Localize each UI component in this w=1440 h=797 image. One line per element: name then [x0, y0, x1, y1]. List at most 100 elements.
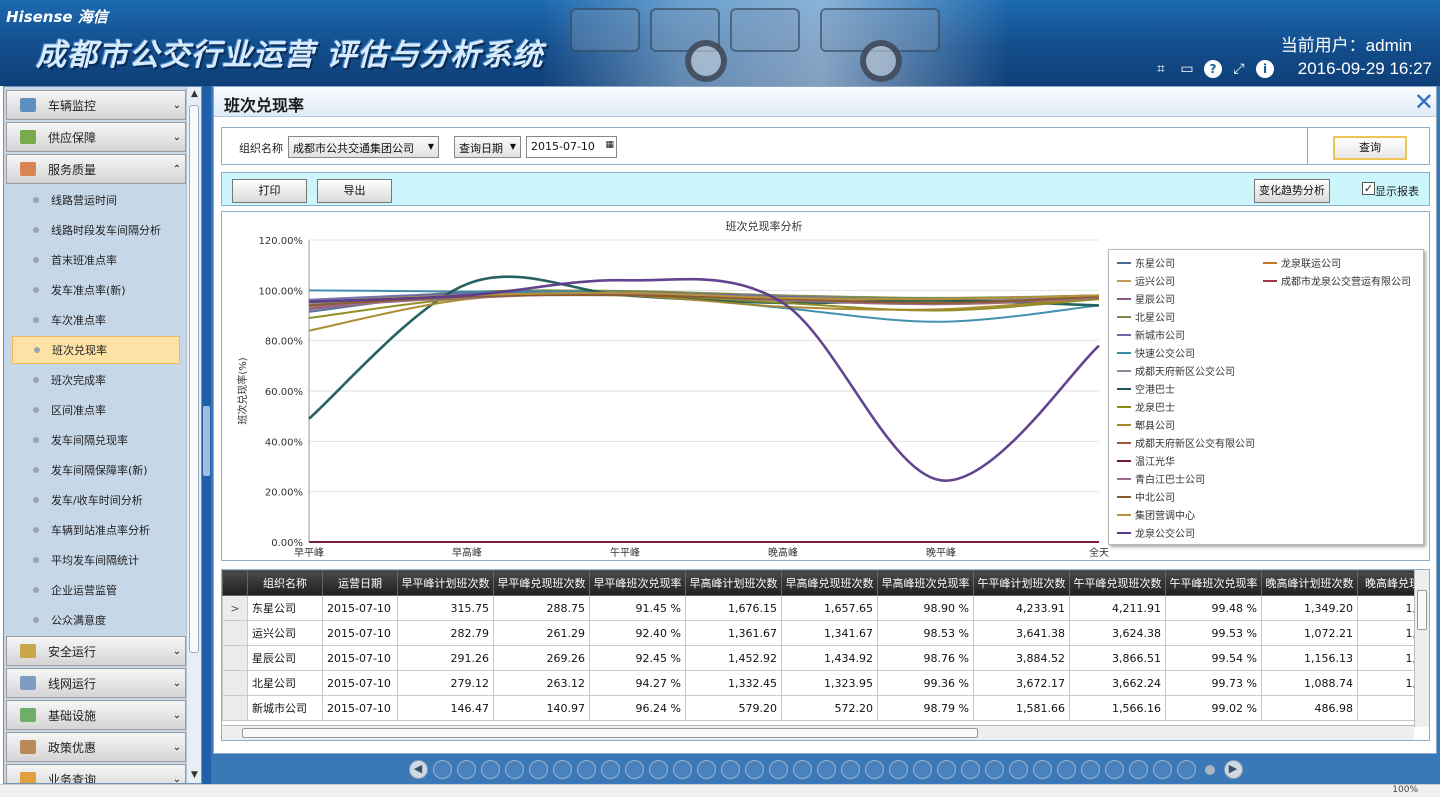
legend-item[interactable]: 成都市龙泉公交营运有限公司: [1263, 273, 1411, 288]
grid-horizontal-scrollbar[interactable]: [222, 725, 1414, 740]
query-button[interactable]: 查询: [1333, 136, 1407, 160]
info-icon[interactable]: i: [1256, 60, 1274, 78]
legend-item[interactable]: 郫县公司: [1117, 417, 1175, 432]
page-dot[interactable]: [528, 760, 548, 779]
sidebar-item-8[interactable]: 发车间隔兑现率: [12, 426, 180, 454]
page-dot[interactable]: [1204, 764, 1215, 775]
row-indicator[interactable]: [222, 670, 248, 696]
page-dot[interactable]: [504, 760, 524, 779]
legend-item[interactable]: 成都天府新区公交公司: [1117, 363, 1235, 378]
sidebar-item-13[interactable]: 企业运营监管: [12, 576, 180, 604]
date-type-select[interactable]: 查询日期 ▼: [454, 136, 521, 158]
sidebar-item-4[interactable]: 车次准点率: [12, 306, 180, 334]
legend-item[interactable]: 龙泉公交公司: [1117, 525, 1195, 540]
sidebar-item-9[interactable]: 发车间隔保障率(新): [12, 456, 180, 484]
grid-vertical-scrollbar[interactable]: [1414, 570, 1429, 727]
legend-item[interactable]: 龙泉联运公司: [1263, 255, 1341, 270]
sidebar-item-7[interactable]: 区间准点率: [12, 396, 180, 424]
sidebar-item-12[interactable]: 平均发车间隔统计: [12, 546, 180, 574]
scroll-up-arrow-icon[interactable]: ▲: [187, 87, 201, 102]
legend-item[interactable]: 东星公司: [1117, 255, 1175, 270]
legend-item[interactable]: 成都天府新区公交有限公司: [1117, 435, 1255, 450]
page-dot[interactable]: [600, 760, 620, 779]
legend-item[interactable]: 青白江巴士公司: [1117, 471, 1205, 486]
column-header[interactable]: 早平峰班次兑现率: [589, 570, 686, 596]
column-header[interactable]: 午平峰班次兑现率: [1165, 570, 1262, 596]
legend-item[interactable]: 温江光华: [1117, 453, 1175, 468]
column-header[interactable]: 早平峰计划班次数: [397, 570, 494, 596]
keyboard-icon[interactable]: ▭: [1178, 60, 1196, 78]
org-select[interactable]: 成都市公共交通集团公司 ▼: [288, 136, 439, 158]
page-dot[interactable]: [1152, 760, 1172, 779]
sidebar-group-4[interactable]: 线网运行 ⌄: [6, 668, 186, 698]
page-dot[interactable]: [912, 760, 932, 779]
page-dot[interactable]: [1176, 760, 1196, 779]
legend-item[interactable]: 运兴公司: [1117, 273, 1175, 288]
page-dot[interactable]: [1008, 760, 1028, 779]
grid-hscroll-thumb[interactable]: [242, 728, 978, 738]
grid-vscroll-thumb[interactable]: [1417, 590, 1427, 630]
page-dot[interactable]: [768, 760, 788, 779]
collapse-sidebar-handle[interactable]: [203, 406, 210, 476]
page-dot[interactable]: [456, 760, 476, 779]
page-dot[interactable]: [984, 760, 1004, 779]
sidebar-group-7[interactable]: 业务查询 ⌄: [6, 764, 186, 783]
sidebar-item-0[interactable]: 线路营运时间: [12, 186, 180, 214]
legend-item[interactable]: 北星公司: [1117, 309, 1175, 324]
page-dot[interactable]: [648, 760, 668, 779]
calendar-icon[interactable]: ▦: [605, 140, 614, 150]
page-dot[interactable]: [1032, 760, 1052, 779]
help-icon[interactable]: ?: [1204, 60, 1222, 78]
sidebar-splitter[interactable]: [202, 86, 211, 784]
page-dot[interactable]: [696, 760, 716, 779]
trend-analysis-button[interactable]: 变化趋势分析: [1254, 179, 1330, 203]
row-indicator[interactable]: [222, 695, 248, 721]
page-dot[interactable]: [1128, 760, 1148, 779]
legend-item[interactable]: 星辰公司: [1117, 291, 1175, 306]
sidebar-item-14[interactable]: 公众满意度: [12, 606, 180, 634]
page-dot[interactable]: [1104, 760, 1124, 779]
page-dot[interactable]: [840, 760, 860, 779]
sidebar-scroll-thumb[interactable]: [189, 105, 199, 653]
page-dot[interactable]: [864, 760, 884, 779]
sidebar-item-5[interactable]: 班次兑现率: [12, 336, 180, 364]
page-dot[interactable]: [888, 760, 908, 779]
sidebar-group-6[interactable]: 政策优惠 ⌄: [6, 732, 186, 762]
column-header[interactable]: 午平峰兑现班次数: [1069, 570, 1166, 596]
next-page-icon[interactable]: ▶: [1223, 760, 1243, 779]
page-dot[interactable]: [552, 760, 572, 779]
row-indicator[interactable]: [222, 620, 248, 646]
column-header[interactable]: 午平峰计划班次数: [973, 570, 1070, 596]
page-dot[interactable]: [576, 760, 596, 779]
page-dot[interactable]: [1080, 760, 1100, 779]
table-row[interactable]: 新城市公司 2015-07-10 146.47 140.97 96.24 % 579.20…: [222, 695, 1428, 721]
legend-item[interactable]: 新城市公司: [1117, 327, 1185, 342]
table-row[interactable]: 星辰公司 2015-07-10 291.26 269.26 92.45 % 1,452.9…: [222, 645, 1428, 671]
print-button[interactable]: 打印: [232, 179, 307, 203]
scroll-down-arrow-icon[interactable]: ▼: [187, 768, 201, 783]
sidebar-group-1[interactable]: 供应保障 ⌄: [6, 122, 186, 152]
column-header[interactable]: 早高峰计划班次数: [685, 570, 782, 596]
table-row[interactable]: 运兴公司 2015-07-10 282.79 261.29 92.40 % 1,361.6…: [222, 620, 1428, 646]
sidebar-item-10[interactable]: 发车/收车时间分析: [12, 486, 180, 514]
page-dot[interactable]: [624, 760, 644, 779]
sidebar-group-0[interactable]: 车辆监控 ⌄: [6, 90, 186, 120]
row-indicator[interactable]: >: [222, 595, 248, 621]
exit-icon[interactable]: ⤢: [1230, 60, 1248, 78]
column-header[interactable]: 早高峰兑现班次数: [781, 570, 878, 596]
page-dot[interactable]: [936, 760, 956, 779]
page-dot[interactable]: [432, 760, 452, 779]
page-dot[interactable]: [792, 760, 812, 779]
sidebar-item-2[interactable]: 首末班准点率: [12, 246, 180, 274]
sidebar-item-3[interactable]: 发车准点率(新): [12, 276, 180, 304]
column-header[interactable]: 运营日期: [322, 570, 398, 596]
sidebar-item-11[interactable]: 车辆到站准点率分析: [12, 516, 180, 544]
page-dot[interactable]: [672, 760, 692, 779]
sidebar-group-5[interactable]: 基础设施 ⌄: [6, 700, 186, 730]
sidebar-group-2[interactable]: 服务质量 ⌃: [6, 154, 186, 184]
column-header[interactable]: 早平峰兑现班次数: [493, 570, 590, 596]
date-input[interactable]: 2015-07-10 ▦: [526, 136, 617, 158]
page-dot[interactable]: [480, 760, 500, 779]
legend-item[interactable]: 集团营调中心: [1117, 507, 1195, 522]
export-button[interactable]: 导出: [317, 179, 392, 203]
